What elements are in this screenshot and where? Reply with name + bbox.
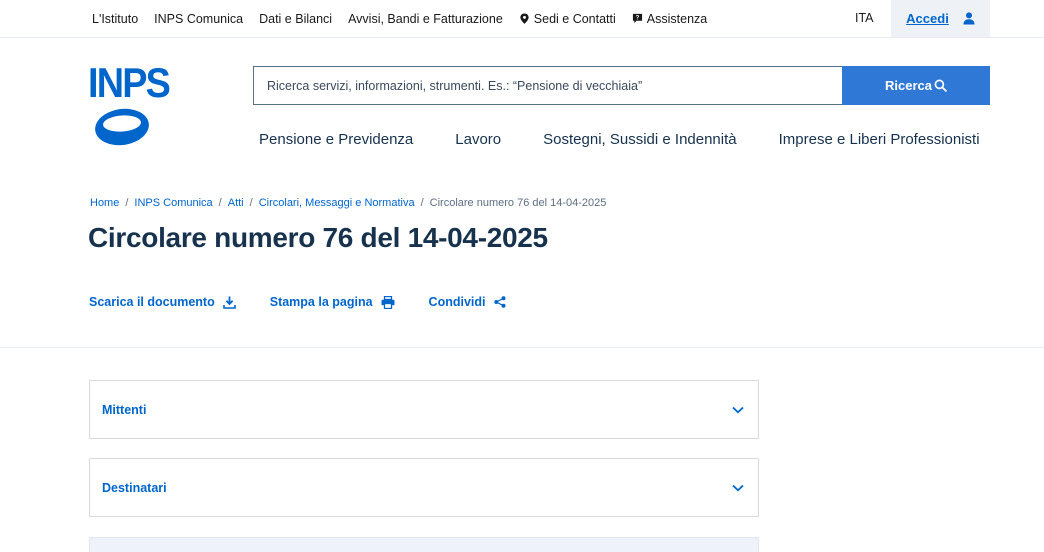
accordion-destinatari-label: Destinatari <box>102 480 167 495</box>
accordion-mittenti[interactable]: Mittenti <box>89 380 759 439</box>
top-nav-avvisi[interactable]: Avvisi, Bandi e Fatturazione <box>348 12 503 26</box>
print-icon <box>381 295 395 309</box>
login-button[interactable]: Accedi <box>891 0 990 37</box>
chevron-down-icon <box>732 484 744 492</box>
page-actions: Scarica il documento Stampa la pagina Co… <box>89 295 506 309</box>
download-document-label: Scarica il documento <box>89 295 215 309</box>
main-nav: Pensione e Previdenza Lavoro Sostegni, S… <box>259 131 980 148</box>
top-nav: L'Istituto INPS Comunica Dati e Bilanci … <box>92 0 723 37</box>
search-button[interactable]: Ricerca <box>842 66 990 105</box>
main-nav-lavoro[interactable]: Lavoro <box>455 131 501 148</box>
search-bar: Ricerca <box>253 66 990 105</box>
content-panel <box>89 537 759 552</box>
language-selector[interactable]: ITA <box>855 11 874 25</box>
share-label: Condividi <box>428 295 486 309</box>
top-nav-assistenza[interactable]: ? Assistenza <box>632 12 707 26</box>
inps-logo-mark <box>95 108 149 146</box>
top-nav-sedi-contatti[interactable]: Sedi e Contatti <box>519 12 616 26</box>
top-utility-bar: L'Istituto INPS Comunica Dati e Bilanci … <box>0 0 1044 38</box>
login-label: Accedi <box>906 11 949 26</box>
breadcrumb-separator: / <box>218 197 222 209</box>
breadcrumb-home[interactable]: Home <box>90 197 119 209</box>
map-pin-icon <box>520 13 529 24</box>
share-link[interactable]: Condividi <box>429 295 506 309</box>
breadcrumb-inps-comunica[interactable]: INPS Comunica <box>134 197 212 209</box>
download-icon <box>222 296 236 309</box>
breadcrumb-current: Circolare numero 76 del 14-04-2025 <box>429 197 607 209</box>
print-page-label: Stampa la pagina <box>269 295 373 309</box>
top-nav-istituto[interactable]: L'Istituto <box>92 12 138 26</box>
inps-logo[interactable]: INPS <box>88 59 171 148</box>
print-page-link[interactable]: Stampa la pagina <box>270 295 395 309</box>
share-icon <box>493 296 505 308</box>
user-icon <box>963 12 975 25</box>
top-nav-assistenza-label: Assistenza <box>646 11 708 26</box>
accordion-destinatari[interactable]: Destinatari <box>89 458 759 517</box>
search-button-label: Ricerca <box>885 78 932 93</box>
accordion-mittenti-label: Mittenti <box>102 402 147 417</box>
search-input[interactable] <box>253 66 842 105</box>
top-nav-dati-bilanci[interactable]: Dati e Bilanci <box>259 12 332 26</box>
main-nav-pensione[interactable]: Pensione e Previdenza <box>259 131 413 148</box>
breadcrumb: Home / INPS Comunica / Atti / Circolari,… <box>90 197 606 209</box>
section-divider <box>0 347 1044 348</box>
chevron-down-icon <box>732 406 744 414</box>
main-nav-imprese[interactable]: Imprese e Liberi Professionisti <box>779 131 980 148</box>
breadcrumb-separator: / <box>420 197 424 209</box>
search-icon <box>934 79 947 92</box>
breadcrumb-separator: / <box>249 197 253 209</box>
chat-help-icon: ? <box>632 13 642 24</box>
top-nav-sedi-contatti-label: Sedi e Contatti <box>533 11 616 26</box>
main-nav-sostegni[interactable]: Sostegni, Sussidi e Indennità <box>543 131 736 148</box>
top-nav-inps-comunica[interactable]: INPS Comunica <box>154 12 243 26</box>
breadcrumb-circolari[interactable]: Circolari, Messaggi e Normativa <box>259 197 415 209</box>
download-document-link[interactable]: Scarica il documento <box>89 295 236 309</box>
svg-text:?: ? <box>635 15 639 21</box>
breadcrumb-atti[interactable]: Atti <box>228 197 244 209</box>
breadcrumb-separator: / <box>125 197 129 209</box>
page-title: Circolare numero 76 del 14-04-2025 <box>88 222 548 253</box>
inps-logo-text: INPS <box>88 59 171 106</box>
